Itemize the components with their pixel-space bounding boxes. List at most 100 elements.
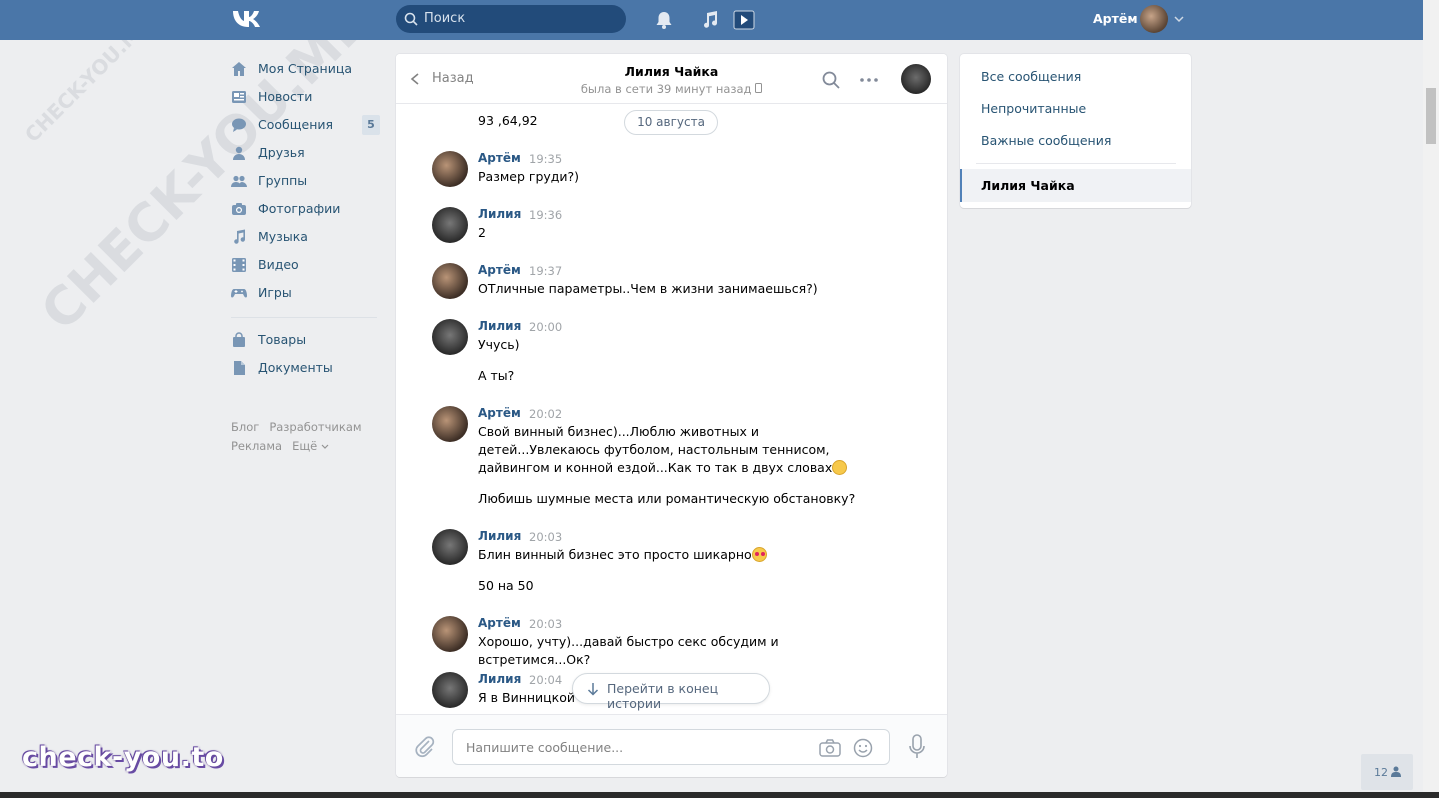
filter-unread[interactable]: Непрочитанные	[981, 101, 1086, 116]
message-history: 93 ,64,92 10 августа Артём 19:35 Размер …	[396, 105, 947, 713]
search-icon[interactable]	[821, 70, 841, 90]
music-icon[interactable]	[700, 10, 720, 30]
message-author[interactable]: Артём	[478, 263, 521, 277]
more-options-icon[interactable]	[859, 70, 879, 90]
message-time: 19:36	[529, 208, 563, 222]
top-bar: Поиск Артём	[0, 0, 1423, 40]
paperclip-icon[interactable]	[414, 735, 436, 759]
message-author[interactable]: Лилия	[478, 319, 521, 333]
watermark-text: check-you.to	[22, 742, 224, 773]
message-text: Свой винный бизнес)...Люблю животных и д…	[478, 423, 868, 477]
message-author[interactable]: Лилия	[478, 529, 521, 543]
peer-avatar[interactable]	[901, 64, 931, 94]
sidebar-item-groups[interactable]: Группы	[229, 168, 379, 196]
message-text: 2	[478, 225, 486, 240]
message-text: Любишь шумные места или романтическую об…	[478, 491, 856, 506]
message-time: 20:04	[529, 673, 563, 687]
message-author[interactable]: Лилия	[478, 672, 521, 686]
search-icon	[404, 12, 418, 26]
vk-logo-icon[interactable]	[231, 8, 265, 30]
message-author[interactable]: Лилия	[478, 207, 521, 221]
messages-icon	[232, 118, 246, 132]
heart-eyes-emoji-icon	[751, 547, 767, 562]
smile-icon[interactable]	[853, 738, 873, 758]
sidebar-divider	[231, 317, 377, 318]
microphone-icon[interactable]	[908, 734, 926, 760]
message-time: 20:02	[529, 407, 563, 421]
friends-icon	[233, 146, 245, 160]
bag-icon	[233, 332, 245, 347]
sidebar-item-messages[interactable]: Сообщения 5	[229, 112, 380, 140]
message-author[interactable]: Артём	[478, 406, 521, 420]
avatar[interactable]	[432, 207, 468, 243]
page-scrollbar[interactable]	[1423, 0, 1439, 792]
home-icon	[232, 62, 246, 76]
message-time: 20:00	[529, 320, 563, 334]
sidebar-item-friends[interactable]: Друзья	[229, 140, 379, 168]
news-icon	[232, 91, 246, 103]
footer-link-blog[interactable]: Блог	[231, 420, 259, 434]
message-time: 19:35	[529, 152, 563, 166]
filter-important[interactable]: Важные сообщения	[981, 133, 1111, 148]
avatar[interactable]	[432, 672, 468, 708]
bell-icon[interactable]	[654, 10, 674, 30]
footer-link-ads[interactable]: Реклама	[231, 439, 282, 453]
avatar[interactable]	[432, 406, 468, 442]
video-play-icon[interactable]	[733, 10, 755, 30]
sidebar-item-news[interactable]: Новости	[229, 84, 379, 112]
chevron-down-icon	[321, 444, 329, 449]
arrow-down-icon	[587, 683, 599, 696]
message-text: 50 на 50	[478, 578, 534, 593]
jump-to-end-button[interactable]: Перейти в конец истории	[572, 673, 770, 711]
message-text: Учусь)	[478, 337, 520, 352]
avatar[interactable]	[432, 529, 468, 565]
sidebar-item-photos[interactable]: Фотографии	[229, 196, 379, 224]
online-count: 12	[1374, 766, 1388, 779]
document-icon	[234, 361, 245, 375]
person-icon	[1391, 766, 1401, 777]
header-avatar[interactable]	[1140, 5, 1168, 33]
message-text: Размер груди?)	[478, 169, 580, 184]
scrollbar-thumb[interactable]	[1426, 88, 1436, 144]
sidebar-item-games[interactable]: Игры	[229, 280, 379, 308]
search-placeholder: Поиск	[424, 11, 466, 26]
avatar[interactable]	[432, 319, 468, 355]
message-input[interactable]: Напишите сообщение...	[452, 729, 890, 765]
message-text: Блин винный бизнес это просто шикарно	[478, 546, 878, 564]
sidebar-item-music[interactable]: Музыка	[229, 224, 379, 252]
message-author[interactable]: Артём	[478, 616, 521, 630]
sidebar-item-documents[interactable]: Документы	[229, 355, 379, 383]
message-text: 93 ,64,92	[478, 113, 538, 128]
filter-all-messages[interactable]: Все сообщения	[981, 69, 1081, 84]
message-text: ОТличные параметры..Чем в жизни занимаеш…	[478, 281, 818, 296]
camera-icon[interactable]	[819, 738, 841, 758]
search-input[interactable]: Поиск	[396, 5, 626, 33]
message-text: Хорошо, учту)...давай быстро секс обсуди…	[478, 634, 779, 667]
avatar[interactable]	[432, 263, 468, 299]
avatar[interactable]	[432, 151, 468, 187]
chevron-down-icon[interactable]	[1174, 15, 1184, 23]
header-user-name[interactable]: Артём	[1093, 11, 1138, 26]
footer-link-more[interactable]: Ещё	[292, 439, 329, 453]
mobile-icon	[755, 83, 763, 93]
avatar[interactable]	[432, 616, 468, 652]
sidebar-item-goods[interactable]: Товары	[229, 327, 379, 355]
message-time: 19:37	[529, 264, 563, 278]
sidebar-item-my-page[interactable]: Моя Страница	[229, 56, 379, 84]
chat-header: Назад Лилия Чайка была в сети 39 минут н…	[396, 54, 947, 104]
groups-icon	[231, 175, 247, 187]
message-input-placeholder: Напишите сообщение...	[466, 740, 624, 755]
film-icon	[232, 258, 246, 272]
message-text: А ты?	[478, 368, 515, 383]
active-conversation-item[interactable]: Лилия Чайка	[960, 169, 1191, 202]
sidebar-footer-links: Блог Разработчикам Реклама Ещё	[231, 418, 381, 456]
camera-icon	[232, 203, 246, 215]
messages-filter-panel: Все сообщения Непрочитанные Важные сообщ…	[960, 54, 1191, 208]
online-friends-widget[interactable]: 12	[1361, 754, 1413, 790]
footer-link-developers[interactable]: Разработчикам	[269, 420, 361, 434]
music-icon	[234, 229, 246, 244]
sidebar-item-video[interactable]: Видео	[229, 252, 379, 280]
message-author[interactable]: Артём	[478, 151, 521, 165]
chat-panel: Назад Лилия Чайка была в сети 39 минут н…	[396, 54, 947, 777]
message-time: 20:03	[529, 617, 563, 631]
